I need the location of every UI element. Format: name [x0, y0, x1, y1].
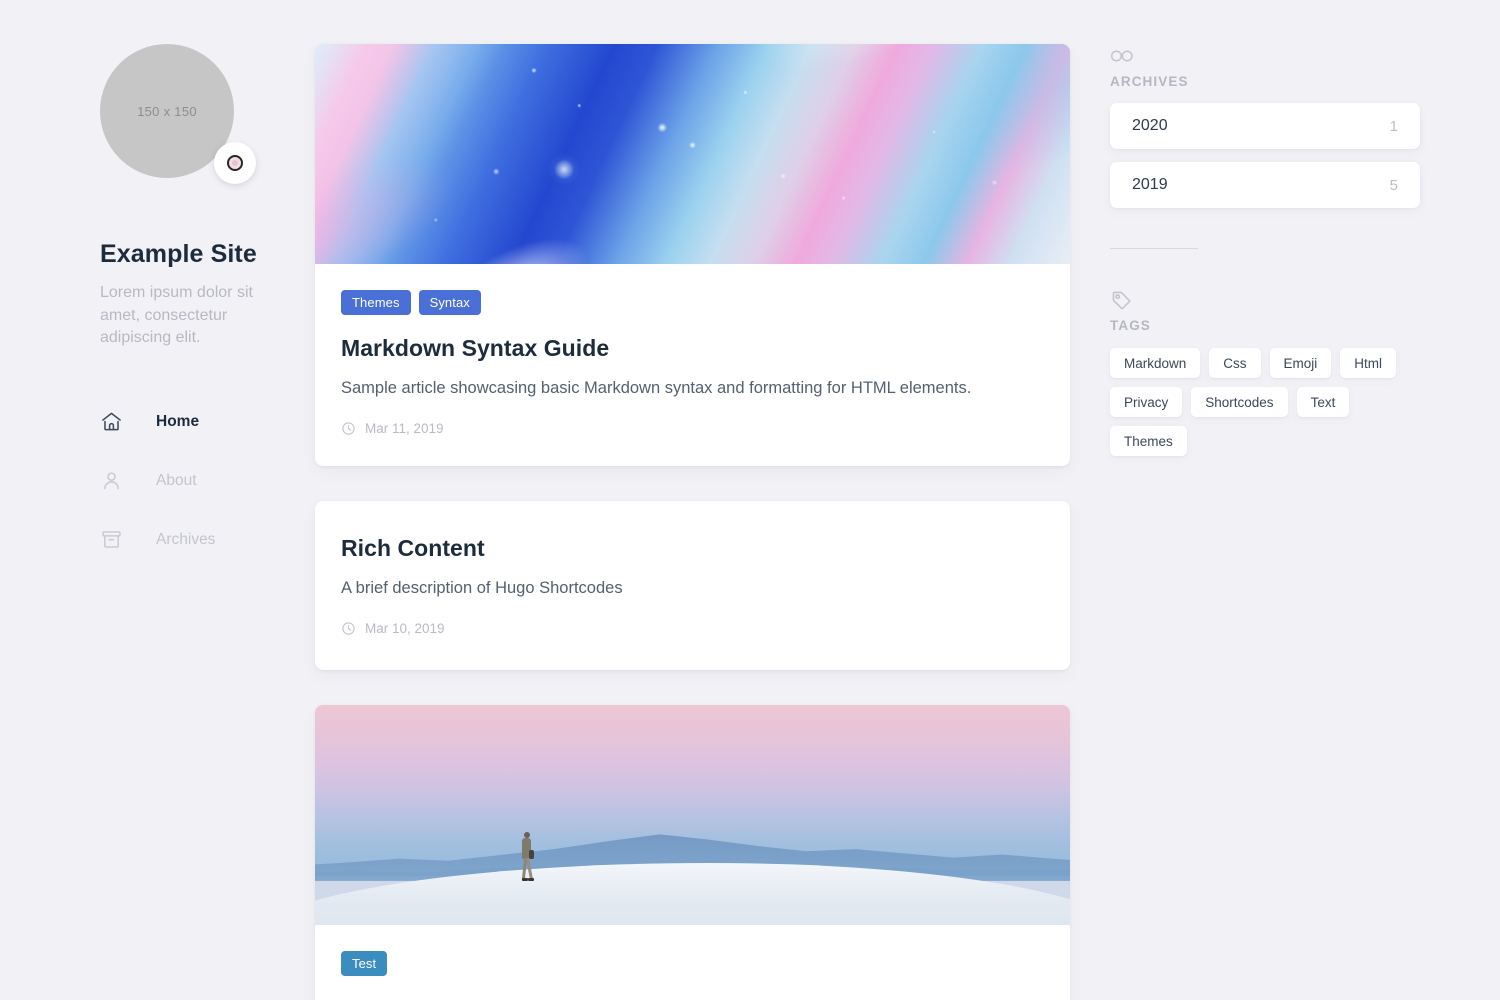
sidebar-item-label: About	[156, 471, 197, 489]
tag-chip[interactable]: Markdown	[1110, 348, 1201, 378]
archive-count: 1	[1389, 117, 1398, 135]
dune-landscape-graphic	[315, 704, 1070, 925]
sidebar-item-label: Home	[156, 412, 200, 430]
tag-icon	[1110, 289, 1420, 311]
archives-widget: Archives 2020 1 2019 5	[1110, 45, 1420, 208]
post-summary: Sample article showcasing basic Markdown…	[341, 379, 972, 397]
post-card[interactable]: Test Placeholder Text	[315, 704, 1070, 1000]
post-badge[interactable]: Themes	[341, 290, 411, 315]
post-card[interactable]: Themes Syntax Markdown Syntax Guide Samp…	[315, 44, 1070, 466]
archives-title: Archives	[1110, 74, 1189, 89]
archive-box-icon	[100, 528, 134, 551]
site-title: Example Site	[100, 240, 257, 268]
post-meta: Mar 11, 2019	[341, 421, 1044, 436]
sidebar-item-label: Archives	[156, 530, 216, 548]
theme-toggle-button[interactable]	[214, 142, 256, 184]
tag-chip[interactable]: Css	[1209, 348, 1261, 378]
post-badges: Themes Syntax	[341, 290, 1044, 315]
archive-item[interactable]: 2020 1	[1110, 103, 1420, 149]
tag-chip[interactable]: Emoji	[1269, 348, 1332, 378]
archive-item[interactable]: 2019 5	[1110, 162, 1420, 208]
archive-list: 2020 1 2019 5	[1110, 103, 1420, 208]
home-icon	[100, 410, 134, 433]
post-hero-image	[315, 704, 1070, 925]
post-title[interactable]: Rich Content	[341, 535, 1044, 562]
tag-chip[interactable]: Text	[1296, 387, 1350, 417]
avatar-wrapper: 150 x 150	[100, 44, 256, 184]
sidebar-item-about[interactable]: About	[100, 451, 315, 510]
tag-chip[interactable]: Themes	[1110, 426, 1187, 456]
widget-divider	[1110, 248, 1198, 249]
main-navigation: Home About Archives	[100, 392, 315, 569]
post-badge[interactable]: Syntax	[418, 290, 481, 315]
theme-toggle-icon	[227, 155, 243, 171]
post-badge[interactable]: Test	[341, 950, 388, 976]
post-list: Themes Syntax Markdown Syntax Guide Samp…	[315, 0, 1070, 1000]
tag-cloud: Markdown Css Emoji Html Privacy Shortcod…	[1110, 348, 1410, 456]
person-icon	[100, 469, 134, 492]
tag-chip[interactable]: Privacy	[1110, 387, 1183, 417]
post-title[interactable]: Placeholder Text	[341, 996, 1044, 1000]
post-hero-image	[315, 44, 1070, 264]
post-title[interactable]: Markdown Syntax Guide	[341, 335, 1044, 362]
archive-year: 2019	[1132, 176, 1168, 193]
tag-chip[interactable]: Html	[1340, 348, 1397, 378]
left-sidebar: 150 x 150 Example Site Lorem ipsum dolor…	[0, 0, 315, 569]
tags-widget: Tags Markdown Css Emoji Html Privacy Sho…	[1110, 289, 1420, 456]
post-date: Mar 11, 2019	[365, 420, 444, 436]
sidebar-item-home[interactable]: Home	[100, 392, 315, 451]
archive-year: 2020	[1132, 117, 1168, 134]
clock-icon	[341, 421, 356, 436]
avatar-placeholder-text: 150 x 150	[137, 103, 197, 119]
infinity-icon	[1110, 45, 1420, 67]
post-card-body: Test Placeholder Text	[315, 925, 1070, 1000]
walking-person	[521, 831, 534, 882]
site-description: Lorem ipsum dolor sit amet, consectetur …	[100, 284, 253, 347]
tag-chip[interactable]: Shortcodes	[1191, 387, 1288, 417]
archive-count: 5	[1389, 176, 1398, 194]
right-sidebar: Archives 2020 1 2019 5 Tags	[1070, 0, 1500, 456]
tags-title: Tags	[1110, 318, 1151, 333]
post-badges: Test	[341, 950, 1044, 976]
sidebar-item-archives[interactable]: Archives	[100, 510, 315, 569]
post-card[interactable]: Rich Content A brief description of Hugo…	[315, 500, 1070, 670]
post-card-body: Themes Syntax Markdown Syntax Guide Samp…	[315, 264, 1070, 466]
page-root: 150 x 150 Example Site Lorem ipsum dolor…	[0, 0, 1500, 1000]
post-meta: Mar 10, 2019	[341, 621, 1044, 636]
clock-icon	[341, 621, 356, 636]
post-date: Mar 10, 2019	[365, 620, 445, 636]
fluid-art-graphic	[315, 44, 1070, 264]
post-card-body: Rich Content A brief description of Hugo…	[315, 501, 1070, 670]
post-summary: A brief description of Hugo Shortcodes	[341, 578, 623, 597]
